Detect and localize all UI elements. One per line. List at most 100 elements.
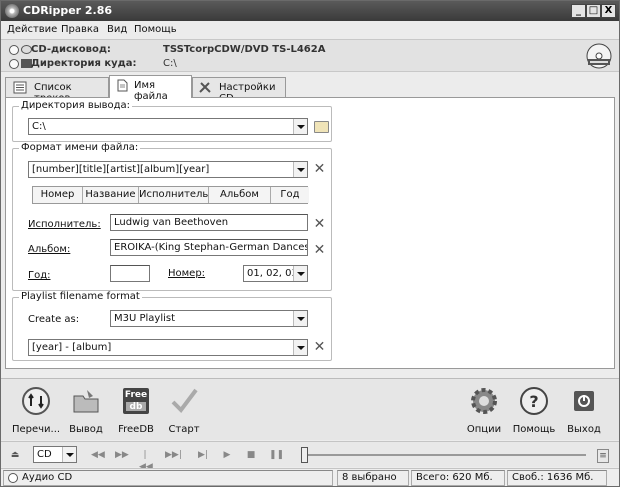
status-total: Всего: 620 Мб.	[411, 470, 505, 486]
app-window: CDRipper 2.86 _ □ X Действие Правка Вид …	[0, 0, 620, 487]
menu-action[interactable]: Действие	[7, 24, 57, 35]
main-toolbar: Перечи... Вывод Free db FreeDB Старт Опц…	[1, 378, 619, 440]
dest-value: C:\	[163, 58, 177, 69]
playlist-type-value: M3U Playlist	[114, 313, 176, 324]
chevron-down-icon[interactable]	[293, 266, 307, 281]
options-button[interactable]: Опции	[461, 383, 507, 439]
drive-label: CD-дисковод:	[31, 44, 111, 55]
help-icon: ?	[520, 387, 548, 415]
pause-icon[interactable]: ❚❚	[269, 449, 284, 461]
file-name-panel: Директория вывода: C:\ Формат имени файл…	[5, 97, 615, 369]
clear-icon[interactable]: ✕	[313, 243, 326, 257]
year-input[interactable]	[110, 265, 150, 282]
token-number-button[interactable]: Номер	[33, 187, 83, 203]
number-combo[interactable]: 01, 02, 03	[243, 265, 308, 282]
chevron-down-icon[interactable]	[293, 162, 307, 177]
playlist-legend: Playlist filename format	[19, 291, 142, 302]
output-dir-value: C:\	[32, 121, 46, 132]
chevron-down-icon[interactable]	[293, 311, 307, 326]
seek-handle[interactable]	[301, 447, 308, 463]
clear-icon[interactable]: ✕	[313, 217, 326, 231]
number-value: 01, 02, 03	[247, 268, 298, 279]
album-label: Альбом:	[28, 244, 71, 255]
tab-label: Имя файла	[134, 80, 168, 102]
folder-icon[interactable]	[314, 121, 329, 133]
checkmark-icon	[171, 388, 198, 414]
tab-cd-settings[interactable]: Настройки CD	[192, 77, 286, 104]
minimize-button[interactable]: _	[571, 4, 586, 18]
menu-view[interactable]: Вид	[107, 24, 127, 35]
file-icon	[117, 79, 128, 92]
clear-icon[interactable]: ✕	[313, 340, 326, 354]
list-icon	[13, 81, 27, 94]
close-button[interactable]: X	[601, 4, 616, 18]
refresh-icon	[22, 387, 50, 415]
power-icon	[574, 391, 594, 411]
fast-forward-icon[interactable]: ▶▶	[115, 449, 129, 461]
playlist-type-combo[interactable]: M3U Playlist	[110, 310, 308, 327]
drive-value: TSSTcorpCDW/DVD TS-L462A	[163, 44, 326, 55]
token-album-button[interactable]: Альбом	[209, 187, 271, 203]
play-selected-icon[interactable]: ▶|	[197, 449, 209, 461]
maximize-button[interactable]: □	[586, 4, 601, 18]
output-dir-combo[interactable]: C:\	[28, 118, 308, 135]
folder-icon	[73, 390, 99, 413]
player-bar: ⏏ CD ◀◀ ▶▶ |◀◀ ▶▶| ▶| ▶ ■ ❚❚ ≡	[1, 441, 619, 472]
filename-format-combo[interactable]: [number][title][artist][album][year]	[28, 161, 308, 178]
output-button[interactable]: Вывод	[63, 383, 109, 439]
play-icon[interactable]: ▶	[221, 449, 233, 461]
status-free: Своб.: 1636 Мб.	[507, 470, 607, 486]
menu-help[interactable]: Помощь	[134, 24, 177, 35]
eject-icon[interactable]: ⏏	[9, 449, 21, 461]
number-label: Номер:	[168, 268, 206, 279]
title-bar[interactable]: CDRipper 2.86 _ □ X	[1, 1, 619, 21]
help-button[interactable]: ? Помощь	[511, 383, 557, 439]
previous-track-icon[interactable]: |◀◀	[139, 449, 153, 472]
tab-file-name[interactable]: Имя файла	[109, 75, 192, 102]
status-type-cell: Аудио CD	[3, 470, 333, 486]
freedb-icon-text: Free db	[124, 390, 148, 412]
format-token-bar: Номер Название Исполнитель Альбом Год	[32, 186, 309, 204]
token-year-button[interactable]: Год	[271, 187, 309, 203]
chevron-down-icon[interactable]	[293, 340, 307, 355]
refresh-button[interactable]: Перечи...	[12, 383, 60, 439]
cd-info-bar: CD-дисковод: TSSTcorpCDW/DVD TS-L462A Ди…	[1, 39, 619, 72]
freedb-button[interactable]: Free db FreeDB	[113, 383, 159, 439]
rewind-icon[interactable]: ◀◀	[91, 449, 105, 461]
seek-track[interactable]	[301, 454, 586, 456]
radio-icon	[9, 59, 19, 69]
window-title: CDRipper 2.86	[23, 4, 113, 17]
stop-icon[interactable]: ■	[245, 449, 257, 461]
next-track-icon[interactable]: ▶▶|	[165, 449, 182, 461]
drive-combo[interactable]: CD	[33, 446, 77, 463]
cd-icon	[8, 473, 18, 483]
svg-text:?: ?	[529, 392, 538, 411]
create-as-label: Create as:	[28, 314, 80, 325]
status-selected: 8 выбрано	[337, 470, 409, 486]
chevron-down-icon[interactable]	[62, 447, 76, 462]
filename-format-legend: Формат имени файла:	[19, 142, 141, 153]
token-artist-button[interactable]: Исполнитель	[139, 187, 209, 203]
start-button[interactable]: Старт	[161, 383, 207, 439]
playlist-format-combo[interactable]: [year] - [album]	[28, 339, 308, 356]
album-input[interactable]: EROIKA-(King Stephan-German Dances)	[110, 239, 308, 256]
gear-icon	[471, 388, 497, 414]
artist-input[interactable]: Ludwig van Beethoven	[110, 214, 308, 231]
volume-icon[interactable]: ≡	[597, 449, 609, 463]
menu-bar: Действие Правка Вид Помощь	[1, 22, 619, 38]
disc-drive-icon	[586, 43, 612, 69]
tab-strip: Список треков Имя файла Настройки CD	[5, 75, 619, 104]
dest-label: Директория куда:	[31, 58, 137, 69]
drive-value: CD	[37, 449, 52, 460]
artist-label: Исполнитель:	[28, 219, 101, 230]
exit-button[interactable]: Выход	[561, 383, 607, 439]
app-cd-icon	[5, 4, 19, 18]
playlist-format-value: [year] - [album]	[32, 342, 112, 353]
tab-track-list[interactable]: Список треков	[5, 77, 109, 104]
radio-icon	[9, 45, 19, 55]
clear-icon[interactable]: ✕	[313, 162, 326, 176]
token-title-button[interactable]: Название	[83, 187, 139, 203]
menu-edit[interactable]: Правка	[61, 24, 99, 35]
start-label: Старт	[168, 424, 200, 435]
chevron-down-icon[interactable]	[293, 119, 307, 134]
